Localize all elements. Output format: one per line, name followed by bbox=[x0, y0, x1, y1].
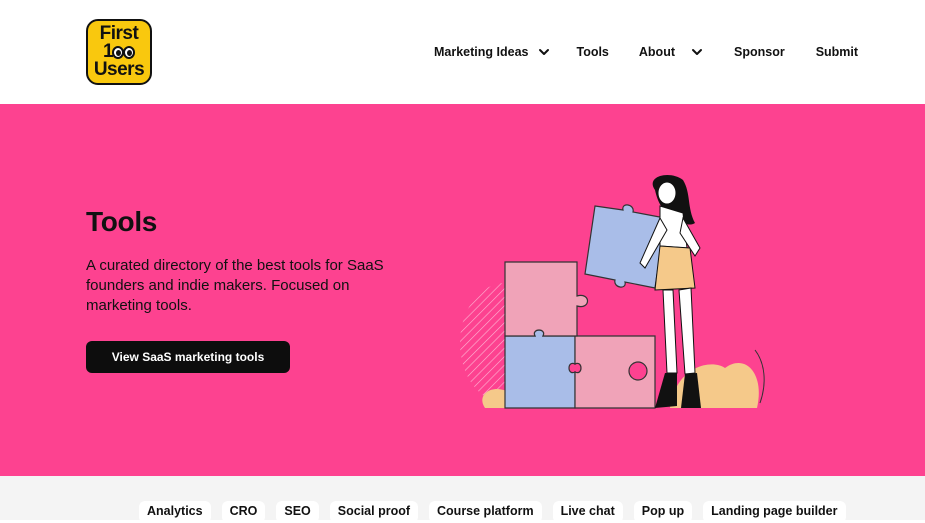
nav-item-label: Submit bbox=[815, 45, 859, 59]
nav-item-label: About bbox=[638, 45, 675, 59]
nav-item-marketing-ideas[interactable]: Marketing Ideas bbox=[434, 45, 550, 59]
nav-item-tools[interactable]: Tools bbox=[576, 45, 608, 59]
chevron-down-icon bbox=[539, 49, 550, 55]
view-tools-button[interactable]: View SaaS marketing tools bbox=[86, 341, 290, 373]
logo-line-users: Users bbox=[93, 59, 145, 80]
logo-eye-icon bbox=[123, 45, 136, 59]
logo[interactable]: First 1 Users bbox=[86, 19, 152, 85]
nav-item-label: Marketing Ideas bbox=[434, 45, 529, 59]
puzzle-illustration bbox=[460, 175, 765, 409]
site-header: First 1 Users Marketing Ideas Tools Abou… bbox=[0, 0, 925, 104]
chevron-down-icon bbox=[692, 49, 702, 55]
hero-section: Tools A curated directory of the best to… bbox=[0, 104, 925, 476]
main-nav: Marketing Ideas Tools About Sponsor Subm… bbox=[434, 44, 858, 60]
nav-item-label: Tools bbox=[576, 45, 609, 59]
nav-item-sponsor[interactable]: Sponsor bbox=[734, 45, 785, 59]
nav-item-label: Sponsor bbox=[734, 45, 785, 59]
nav-item-submit[interactable]: Submit bbox=[816, 45, 858, 59]
page-title: Tools bbox=[86, 206, 158, 237]
nav-item-about[interactable]: About bbox=[639, 45, 703, 59]
category-tags-bar: Analytics CRO SEO Social proof Course pl… bbox=[0, 476, 925, 523]
hero-description: A curated directory of the best tools fo… bbox=[86, 257, 384, 314]
